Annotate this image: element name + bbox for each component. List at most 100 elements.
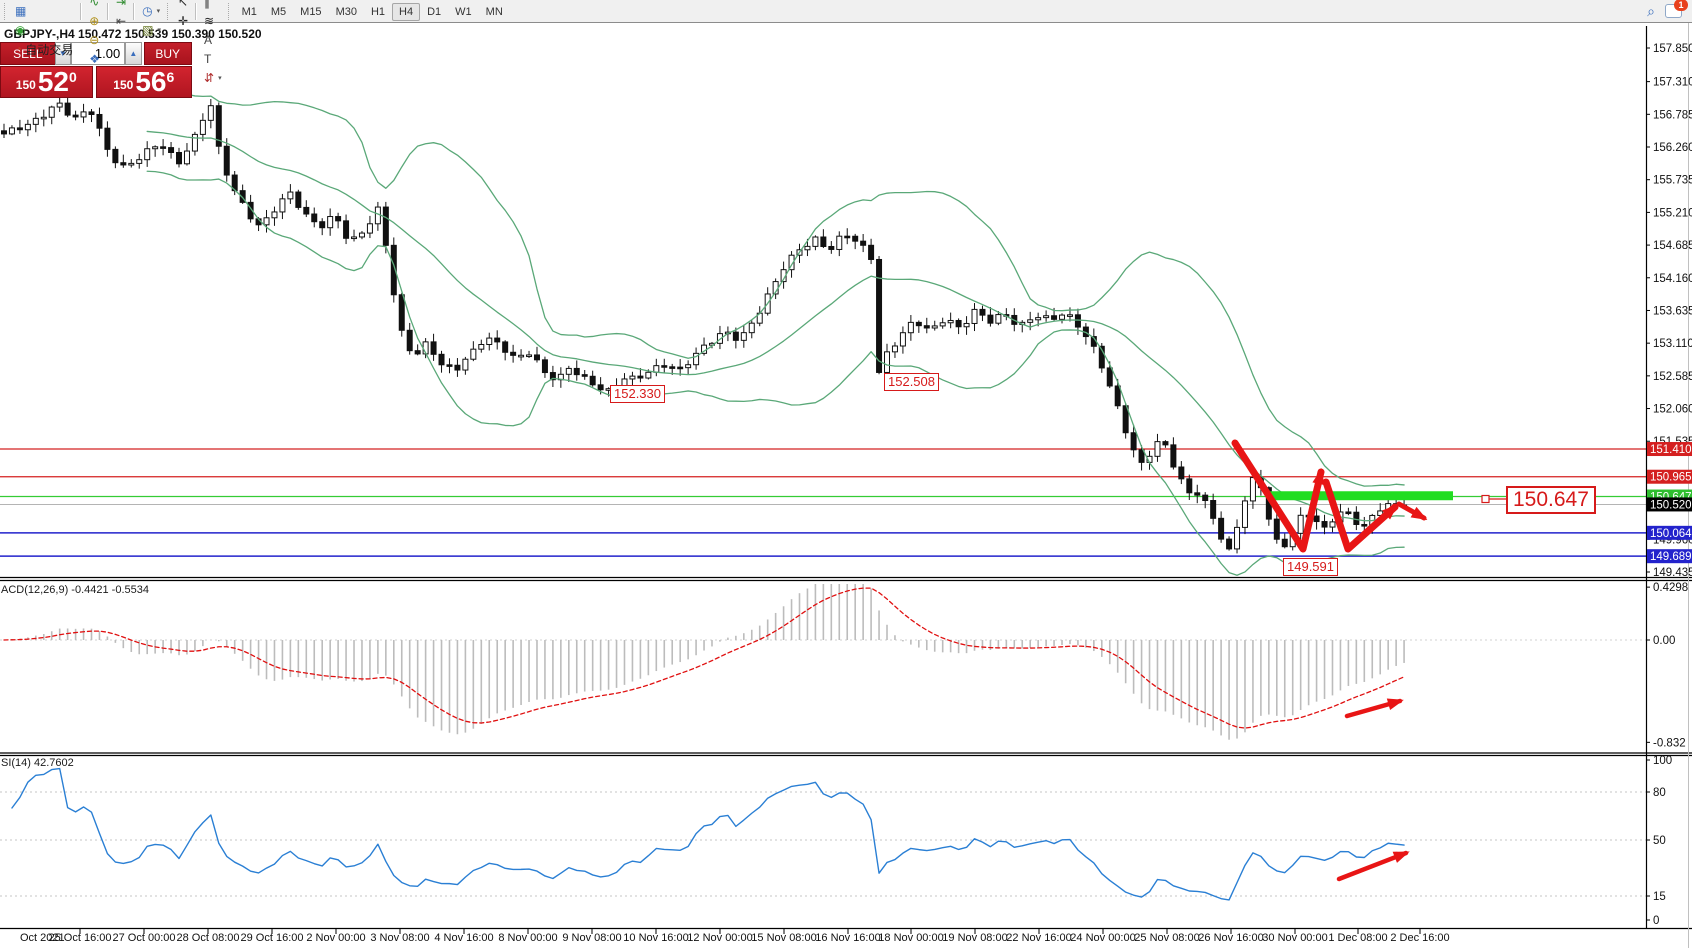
timeframe-button-m15[interactable]: M15 (293, 3, 328, 21)
timeframe-button-mn[interactable]: MN (479, 3, 510, 21)
fibonacci-icon[interactable]: ≋ (200, 11, 226, 30)
text-label-icon: T (204, 53, 211, 65)
rsi-tick-label: 50 (1653, 835, 1666, 847)
candle-body (1227, 539, 1232, 549)
dropdown-arrow-icon[interactable]: ▾ (157, 7, 161, 15)
arrows-icon[interactable]: ⇵▾ (200, 68, 226, 87)
candle-body (996, 315, 1001, 324)
tile-windows-icon[interactable]: ❖ (85, 49, 104, 68)
chart-canvas[interactable]: 157.850157.310156.785156.260155.735155.2… (0, 0, 1692, 948)
toolbar-grip[interactable] (167, 3, 172, 20)
mt4-terminal-window: { "toolbar": { "new_order_label": "新订单",… (0, 0, 1692, 948)
candle-body (1274, 519, 1279, 539)
candle-body (105, 128, 110, 149)
text-icon: A (204, 34, 212, 46)
candle-body (869, 245, 874, 259)
timeframe-button-w1[interactable]: W1 (448, 3, 479, 21)
macd-tick-label: 0.4298 (1653, 582, 1688, 594)
candle-body (312, 214, 317, 222)
template-icon[interactable]: ▧▾ (138, 21, 165, 40)
candle-body (511, 352, 516, 355)
price-tick-label: 157.310 (1653, 77, 1692, 89)
chat-icon[interactable]: 1 (1665, 4, 1682, 18)
date-tick-label: 26 Nov 16:00 (1198, 932, 1263, 944)
buy-button[interactable]: BUY (144, 42, 192, 65)
candle-body (821, 237, 826, 246)
crosshair-icon: ✛ (178, 15, 188, 27)
crosshair-icon[interactable]: ✛ (174, 11, 192, 30)
zoom-in-icon[interactable]: ⊕ (85, 11, 104, 30)
chart-shift-icon[interactable]: ⇤ (112, 11, 130, 30)
buy-price-display[interactable]: 150 56 6 (96, 66, 192, 98)
candle-body (566, 368, 571, 374)
price-label-149591[interactable]: 149.591 (1283, 558, 1338, 576)
date-tick-label: 30 Nov 00:00 (1262, 932, 1327, 944)
auto-scroll-icon[interactable]: ⇥ (112, 0, 130, 11)
toolbar-separator (133, 3, 135, 20)
candle-body (892, 346, 897, 352)
sell-price-display[interactable]: 150 52 0 (0, 66, 93, 98)
dropdown-arrow-icon[interactable]: ▾ (157, 26, 161, 34)
zoom-in-icon: ⊕ (89, 15, 99, 27)
candle-body (519, 355, 524, 357)
period-icon: ◷ (142, 5, 152, 17)
date-tick-label: 22 Nov 16:00 (1006, 932, 1071, 944)
date-tick-label: 28 Oct 08:00 (177, 932, 240, 944)
candle-body (900, 333, 905, 346)
timeframe-button-m1[interactable]: M1 (235, 3, 264, 21)
candle-body (487, 338, 492, 344)
candle-body (177, 153, 182, 164)
candle-body (924, 326, 929, 328)
candle-body (1115, 386, 1120, 406)
text-label-icon[interactable]: T (200, 49, 226, 68)
search-icon[interactable]: ⌕ (1647, 4, 1655, 18)
timeframe-button-m5[interactable]: M5 (264, 3, 293, 21)
dropdown-arrow-icon[interactable]: ▾ (218, 74, 222, 82)
channel-icon[interactable]: ∥ (200, 0, 226, 11)
candle-body (574, 368, 579, 374)
price-tick-label: 155.210 (1653, 207, 1692, 219)
toolbar-separator (195, 3, 197, 20)
candle-body (1075, 315, 1080, 327)
cursor-icon[interactable]: ↖ (174, 0, 192, 11)
candle-body (1107, 368, 1112, 386)
date-tick-label: 25 Nov 08:00 (1134, 932, 1199, 944)
candle-body (940, 323, 945, 326)
toolbar-grip[interactable] (4, 3, 9, 20)
timeframe-button-h4[interactable]: H4 (392, 3, 420, 21)
text-icon[interactable]: A (200, 30, 226, 49)
candle-body (1052, 316, 1057, 320)
candle-body (455, 365, 460, 370)
candle-body (399, 295, 404, 331)
auto-trading-icon[interactable]: ◔自动交易 (11, 40, 77, 59)
line-chart-icon[interactable]: ∿ (85, 0, 104, 11)
candle-body (1298, 515, 1303, 533)
price-label-150647[interactable]: 150.647 (1506, 486, 1596, 514)
volume-increase-button[interactable]: ▲ (125, 42, 141, 65)
candle-body (328, 217, 333, 228)
period-icon[interactable]: ◷▾ (138, 2, 165, 21)
zoom-out-icon[interactable]: ⊖ (85, 30, 104, 49)
candle-body (1282, 539, 1287, 546)
candle-body (741, 333, 746, 341)
candle-body (885, 352, 890, 373)
toolbar-grip[interactable] (228, 3, 233, 20)
chart-window-icon[interactable]: ▦ (11, 2, 77, 21)
signal-icon[interactable]: ◉ (11, 21, 77, 40)
chart-window-icon: ▦ (15, 5, 26, 17)
price-label-152330[interactable]: 152.330 (610, 385, 665, 403)
timeframe-button-h1[interactable]: H1 (364, 3, 392, 21)
candle-body (1028, 320, 1033, 323)
sell-price-pip: 0 (69, 69, 77, 85)
price-line-badge-label: 151.410 (1650, 444, 1692, 456)
candle-body (407, 330, 412, 350)
timeframe-button-d1[interactable]: D1 (420, 3, 448, 21)
candle-body (1163, 442, 1168, 445)
macd-tick-label: 0.00 (1653, 635, 1675, 647)
candle-body (57, 103, 62, 107)
candle-body (224, 146, 229, 175)
timeframe-button-m30[interactable]: M30 (329, 3, 364, 21)
candle-body (638, 376, 643, 378)
notification-badge: 1 (1674, 0, 1688, 11)
price-label-152508[interactable]: 152.508 (884, 373, 939, 391)
